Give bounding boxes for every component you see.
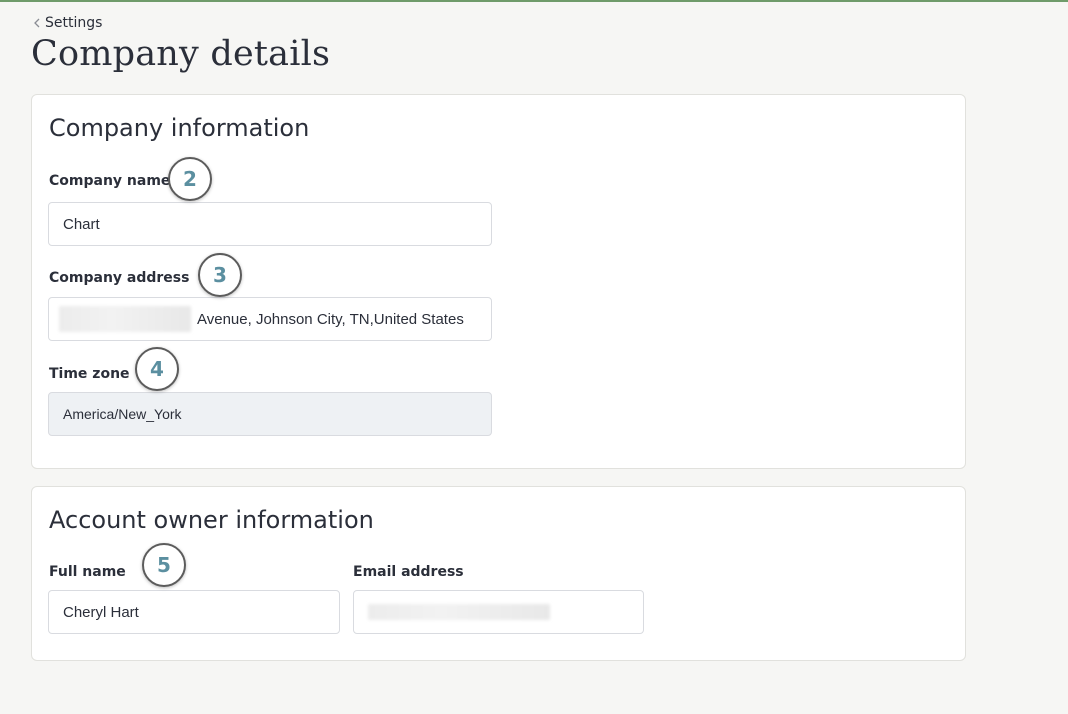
- company-address-input[interactable]: Avenue, Johnson City, TN,United States: [48, 297, 492, 341]
- callout-badge-4: 4: [135, 347, 179, 391]
- company-information-heading: Company information: [49, 114, 310, 142]
- redacted-email: [368, 604, 550, 620]
- full-name-label: Full name: [49, 564, 126, 580]
- full-name-input[interactable]: [48, 590, 340, 634]
- chevron-left-icon: [34, 18, 40, 28]
- page-title: Company details: [31, 34, 331, 74]
- time-zone-label: Time zone: [49, 366, 130, 382]
- company-name-label: Company name: [49, 173, 171, 189]
- company-information-card: Company information Company name Company…: [31, 94, 966, 469]
- account-owner-heading: Account owner information: [49, 506, 374, 534]
- company-address-value: Avenue, Johnson City, TN,United States: [197, 310, 464, 328]
- callout-badge-5: 5: [142, 543, 186, 587]
- top-accent-bar: [0, 0, 1068, 2]
- callout-badge-3: 3: [198, 253, 242, 297]
- email-address-input[interactable]: [353, 590, 644, 634]
- company-address-label: Company address: [49, 270, 190, 286]
- company-name-input[interactable]: [48, 202, 492, 246]
- back-to-settings-link[interactable]: Settings: [33, 15, 102, 31]
- callout-badge-2: 2: [168, 157, 212, 201]
- email-address-label: Email address: [353, 564, 464, 580]
- back-link-label: Settings: [45, 15, 103, 31]
- time-zone-input: [48, 392, 492, 436]
- redacted-address-part: [59, 306, 191, 332]
